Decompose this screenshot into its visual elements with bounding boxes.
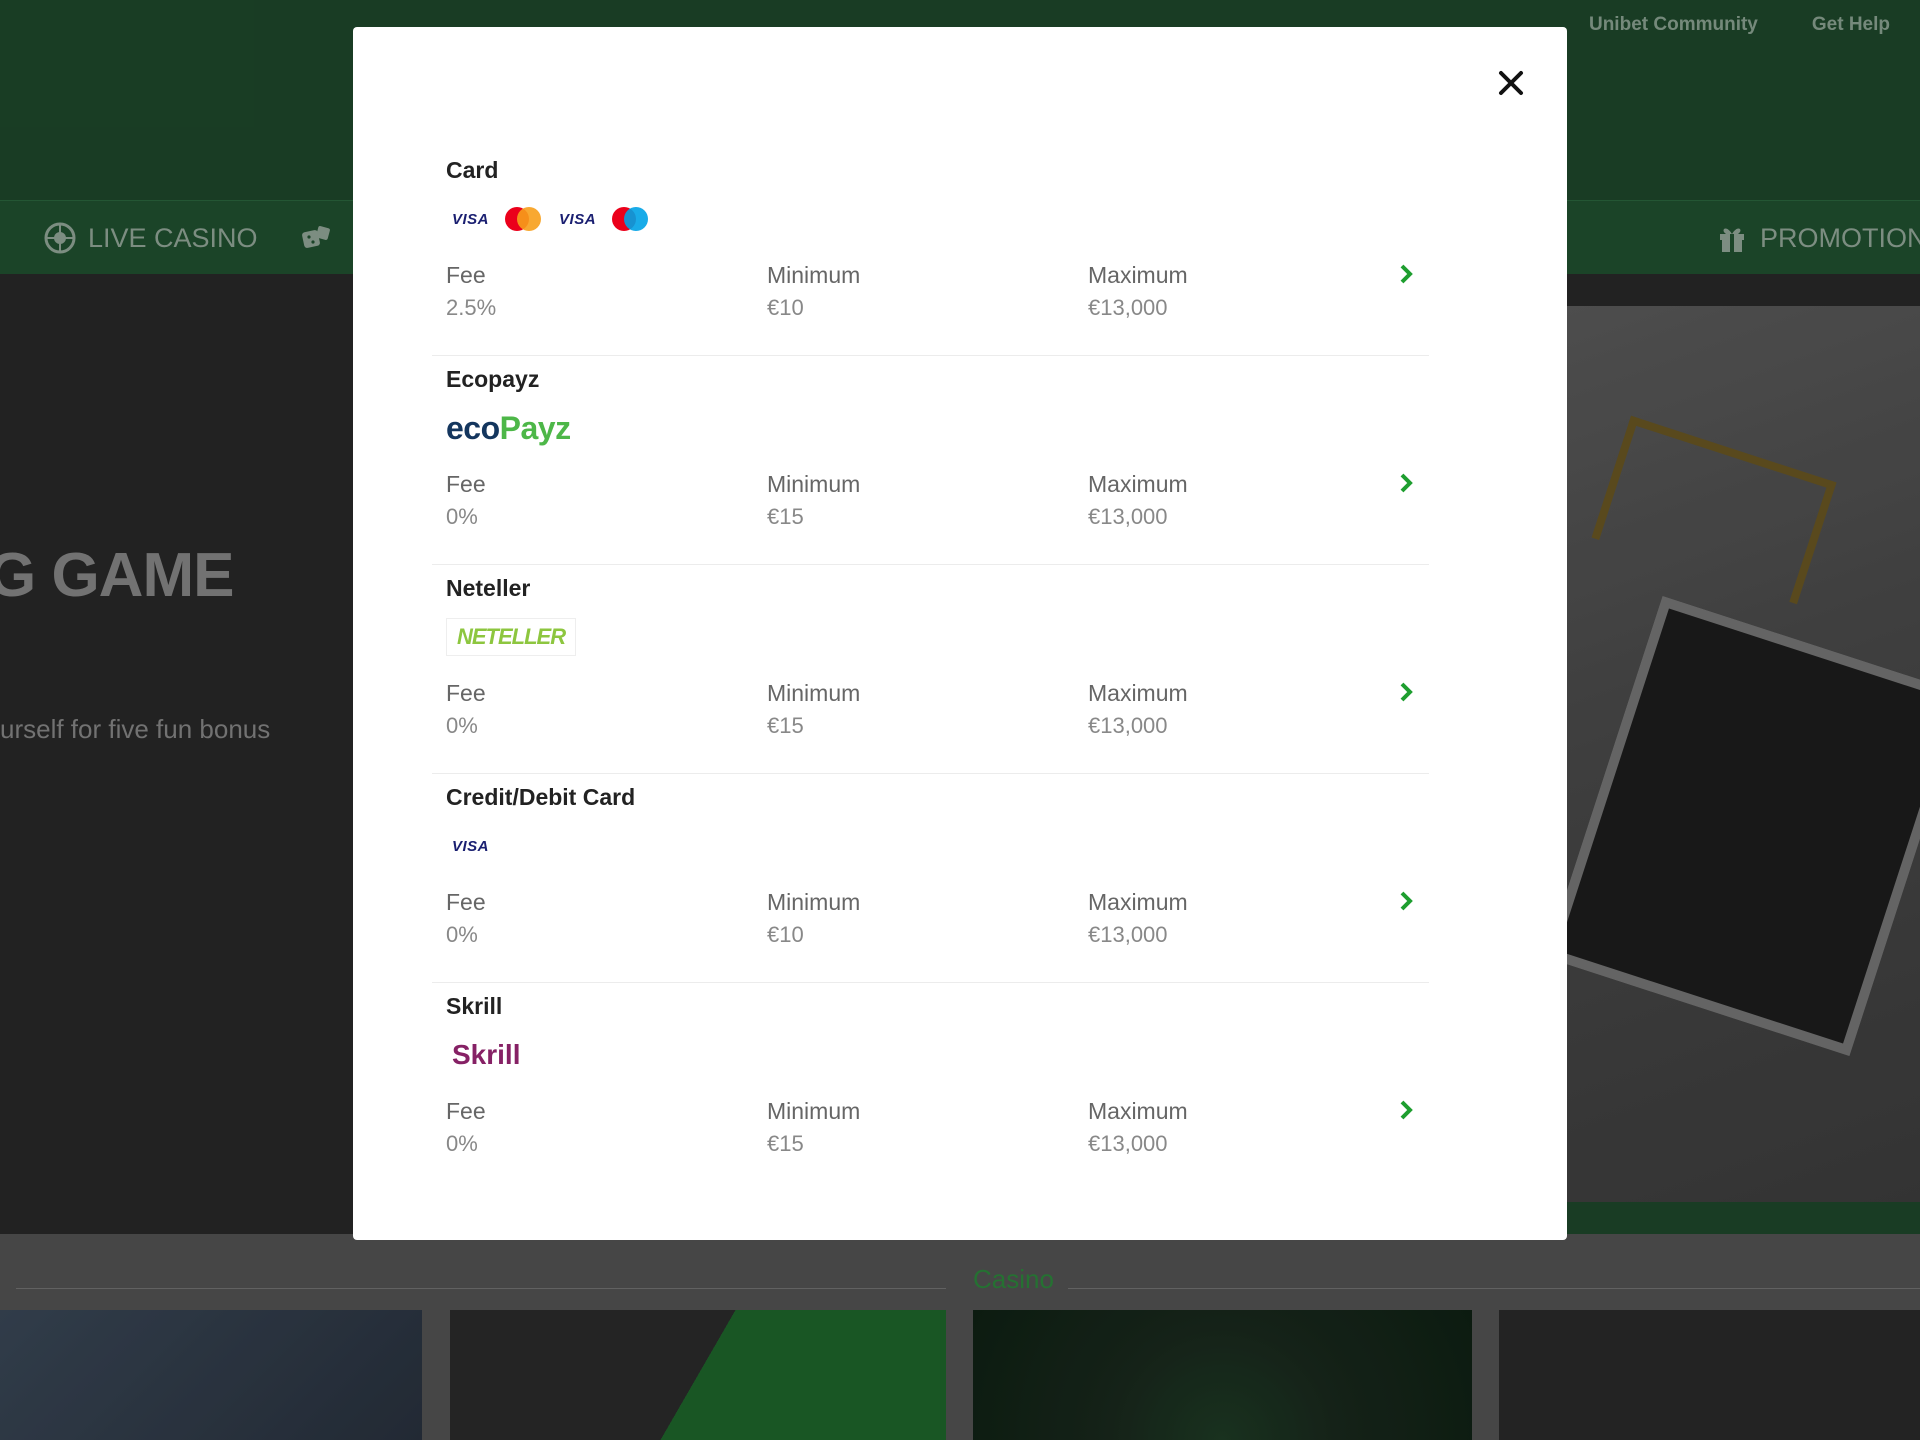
maximum-label: Maximum [1088,471,1188,497]
visa-logo: VISA [452,837,490,855]
fee-column: Fee 0% [446,680,486,739]
chevron-right-icon[interactable] [1393,1095,1419,1125]
fee-value: 0% [446,1131,478,1156]
maximum-column: Maximum €13,000 [1088,471,1188,530]
maximum-column: Maximum €13,000 [1088,680,1188,739]
minimum-label: Minimum [767,471,861,497]
fee-column: Fee 2.5% [446,262,496,321]
maximum-value: €13,000 [1088,295,1168,320]
method-name: Neteller [446,575,531,601]
method-name: Skrill [446,993,503,1019]
minimum-value: €15 [767,713,804,738]
minimum-label: Minimum [767,889,861,915]
fee-label: Fee [446,471,486,497]
fee-label: Fee [446,680,486,706]
fee-column: Fee 0% [446,471,486,530]
mastercard-logo [505,206,543,232]
minimum-column: Minimum €15 [767,471,860,530]
chevron-right-icon[interactable] [1393,468,1419,498]
skrill-logo: Skrill [452,1039,521,1070]
payment-method-row[interactable]: Skrill Skrill Fee 0% Minimum €15 Maximum… [432,983,1429,1191]
maximum-label: Maximum [1088,889,1188,915]
method-logos: NETELLER [446,617,577,657]
fee-column: Fee 0% [446,889,486,948]
chevron-right-icon[interactable] [1393,259,1419,289]
minimum-column: Minimum €10 [767,889,860,948]
fee-value: 2.5% [446,295,497,320]
visa-logo: VISA [559,210,597,228]
maximum-column: Maximum €13,000 [1088,1098,1188,1157]
payment-methods-list: Card VISA VISA Fee 2.5% Minimum €10 Maxi… [432,147,1429,1191]
maximum-label: Maximum [1088,680,1188,706]
method-name: Ecopayz [446,366,540,392]
maximum-column: Maximum €13,000 [1088,889,1188,948]
fee-value: 0% [446,713,478,738]
payment-methods-modal: Card VISA VISA Fee 2.5% Minimum €10 Maxi… [353,27,1567,1240]
minimum-value: €10 [767,922,804,947]
fee-label: Fee [446,262,486,288]
method-logos: VISA VISA [446,199,650,239]
minimum-value: €15 [767,504,804,529]
maximum-value: €13,000 [1088,1131,1168,1156]
fee-value: 0% [446,922,478,947]
payment-method-row[interactable]: Card VISA VISA Fee 2.5% Minimum €10 Maxi… [432,147,1429,356]
visa-logo: VISA [452,210,490,228]
payment-method-row[interactable]: Credit/Debit Card VISA Fee 0% Minimum €1… [432,774,1429,983]
minimum-label: Minimum [767,680,861,706]
fee-column: Fee 0% [446,1098,486,1157]
maximum-label: Maximum [1088,262,1188,288]
method-name: Credit/Debit Card [446,784,636,810]
maestro-logo [612,206,650,232]
maximum-value: €13,000 [1088,922,1168,947]
method-logos: ecoPayz [446,408,571,448]
minimum-column: Minimum €10 [767,262,860,321]
neteller-logo: NETELLER [446,618,577,656]
close-icon[interactable] [1491,63,1531,103]
chevron-right-icon[interactable] [1393,886,1419,916]
close-icon-glyph [1499,71,1523,95]
maximum-value: €13,000 [1088,504,1168,529]
method-name: Card [446,157,499,183]
maximum-column: Maximum €13,000 [1088,262,1188,321]
minimum-value: €15 [767,1131,804,1156]
method-logos: Skrill [446,1035,526,1075]
method-logos: VISA [446,826,495,866]
minimum-column: Minimum €15 [767,1098,860,1157]
minimum-value: €10 [767,295,804,320]
maximum-label: Maximum [1088,1098,1188,1124]
minimum-label: Minimum [767,262,861,288]
fee-label: Fee [446,889,486,915]
fee-value: 0% [446,504,478,529]
chevron-right-icon[interactable] [1393,677,1419,707]
fee-label: Fee [446,1098,486,1124]
payment-method-row[interactable]: Neteller NETELLER Fee 0% Minimum €15 Max… [432,565,1429,774]
minimum-label: Minimum [767,1098,861,1124]
maximum-value: €13,000 [1088,713,1168,738]
minimum-column: Minimum €15 [767,680,860,739]
payment-method-row[interactable]: Ecopayz ecoPayz Fee 0% Minimum €15 Maxim… [432,356,1429,565]
ecopayz-logo: ecoPayz [446,409,571,446]
